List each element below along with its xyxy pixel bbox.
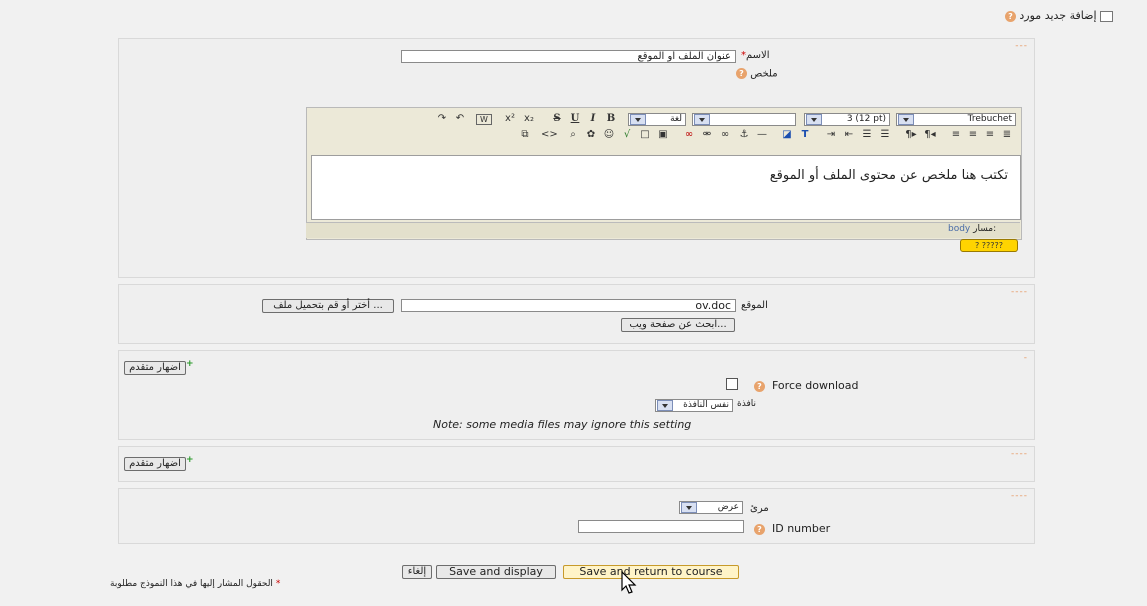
rtl-icon[interactable]: ¶▸: [904, 129, 918, 141]
clean-html-icon[interactable]: W: [476, 114, 492, 125]
window-note: Note: some media files may ignore this s…: [433, 418, 692, 431]
editor-statusbar: [306, 222, 1020, 238]
undo-icon[interactable]: ↷: [435, 113, 449, 125]
show-advanced-button[interactable]: اضهار متقدم: [124, 361, 186, 375]
help-icon[interactable]: ?: [1004, 10, 1016, 22]
summary-label: ? ملخص: [736, 68, 778, 80]
collapse-indicator: ----: [1011, 449, 1028, 459]
unlink-icon[interactable]: ⚮: [700, 129, 714, 141]
font-family-dropdown-icon[interactable]: [898, 114, 914, 125]
form-icon: [1100, 10, 1113, 22]
collapse-indicator: ---: [1015, 41, 1028, 51]
help-icon[interactable]: ?: [754, 523, 765, 535]
italic-icon[interactable]: I: [586, 113, 600, 125]
show-advanced-button-2[interactable]: اضهار متقدم: [124, 457, 186, 471]
summary-editor-area[interactable]: [311, 155, 1021, 220]
anchor-icon[interactable]: ⚓: [737, 129, 751, 141]
collapse-indicator: -: [1023, 353, 1028, 363]
align-right-icon[interactable]: ≡: [983, 129, 997, 141]
location-section: ----: [118, 284, 1035, 344]
font-family-select[interactable]: Trebuchet: [896, 113, 1016, 126]
page-header: ? إضافة جديد مورد: [1004, 9, 1113, 22]
window-label: نافذة: [737, 399, 756, 409]
unordered-list-icon[interactable]: ☰: [860, 129, 874, 141]
indent-icon[interactable]: ⇥: [824, 129, 838, 141]
special-char-icon[interactable]: ✿: [584, 129, 598, 141]
align-justify-icon[interactable]: ≣: [1000, 129, 1014, 141]
page-title: إضافة جديد مورد: [1019, 9, 1097, 22]
format-dropdown-icon[interactable]: [694, 114, 710, 125]
fullscreen-icon[interactable]: ⧉: [518, 129, 532, 141]
advanced-section: ----: [118, 446, 1035, 482]
save-return-button[interactable]: Save and return to course: [563, 565, 739, 579]
smiley-icon[interactable]: ☺: [602, 129, 616, 141]
strikethrough-icon[interactable]: S: [550, 113, 564, 125]
subscript-icon[interactable]: x₂: [522, 113, 536, 125]
align-left-icon[interactable]: ≡: [949, 129, 963, 141]
id-number-input[interactable]: [578, 520, 744, 533]
window-dropdown-icon[interactable]: [657, 400, 673, 411]
plus-icon: +: [186, 455, 194, 465]
location-label: الموقع: [741, 300, 768, 311]
cancel-button[interactable]: إلغاء: [402, 565, 432, 579]
underline-icon[interactable]: U: [568, 113, 582, 125]
visible-label: مرئ: [750, 503, 769, 514]
help-icon[interactable]: ?: [736, 68, 747, 79]
background-color-icon[interactable]: ◪: [780, 129, 794, 141]
horizontal-rule-icon[interactable]: —: [755, 129, 769, 141]
link-icon[interactable]: ∞: [718, 129, 732, 141]
force-download-label: ? Force download: [754, 379, 858, 392]
location-input[interactable]: ov.doc: [401, 299, 736, 312]
help-icon[interactable]: ?: [754, 380, 765, 392]
force-download-checkbox[interactable]: [726, 378, 738, 390]
table-icon[interactable]: □: [638, 129, 652, 141]
ordered-list-icon[interactable]: ☰: [878, 129, 892, 141]
font-size-dropdown-icon[interactable]: [806, 114, 822, 125]
equation-icon[interactable]: √: [620, 129, 634, 141]
collapse-indicator: ----: [1011, 491, 1028, 501]
text-color-icon[interactable]: T: [798, 129, 812, 141]
align-center-icon[interactable]: ≡: [966, 129, 980, 141]
search-replace-icon[interactable]: ⌕: [566, 129, 580, 141]
id-number-label: ? ID number: [754, 522, 830, 535]
language-dropdown-icon[interactable]: [630, 114, 646, 125]
html-source-icon[interactable]: <>: [541, 129, 558, 141]
search-web-button[interactable]: ابحث عن صفحة ويب...: [621, 318, 735, 332]
image-icon[interactable]: ▣: [656, 129, 670, 141]
name-label: *الاسم: [741, 50, 770, 61]
common-settings-section: ----: [118, 488, 1035, 544]
required-fields-note: الحقول المشار إليها في هذا النموذج مطلوب…: [110, 579, 281, 589]
save-display-button[interactable]: Save and display: [436, 565, 556, 579]
plus-icon: +: [186, 359, 194, 369]
visible-dropdown-icon[interactable]: [681, 502, 697, 513]
redo-icon[interactable]: ↶: [453, 113, 467, 125]
bold-icon[interactable]: B: [604, 113, 618, 125]
nolink-icon[interactable]: ∞: [682, 129, 696, 141]
editor-path: body مسار:: [948, 224, 997, 234]
ltr-icon[interactable]: ¶◂: [923, 129, 937, 141]
superscript-icon[interactable]: x²: [503, 113, 517, 125]
summary-content: تكتب هنا ملخص عن محتوى الملف أو الموقع: [769, 168, 1008, 183]
choose-upload-button[interactable]: أختر أو قم بتحميل ملف ...: [262, 299, 394, 313]
outdent-icon[interactable]: ⇤: [842, 129, 856, 141]
collapse-indicator: ----: [1011, 287, 1028, 297]
editor-help-badge[interactable]: ? ?????: [960, 239, 1018, 252]
mouse-cursor-icon: [621, 570, 637, 598]
name-input[interactable]: عنوان الملف أو الموقع: [401, 50, 736, 63]
